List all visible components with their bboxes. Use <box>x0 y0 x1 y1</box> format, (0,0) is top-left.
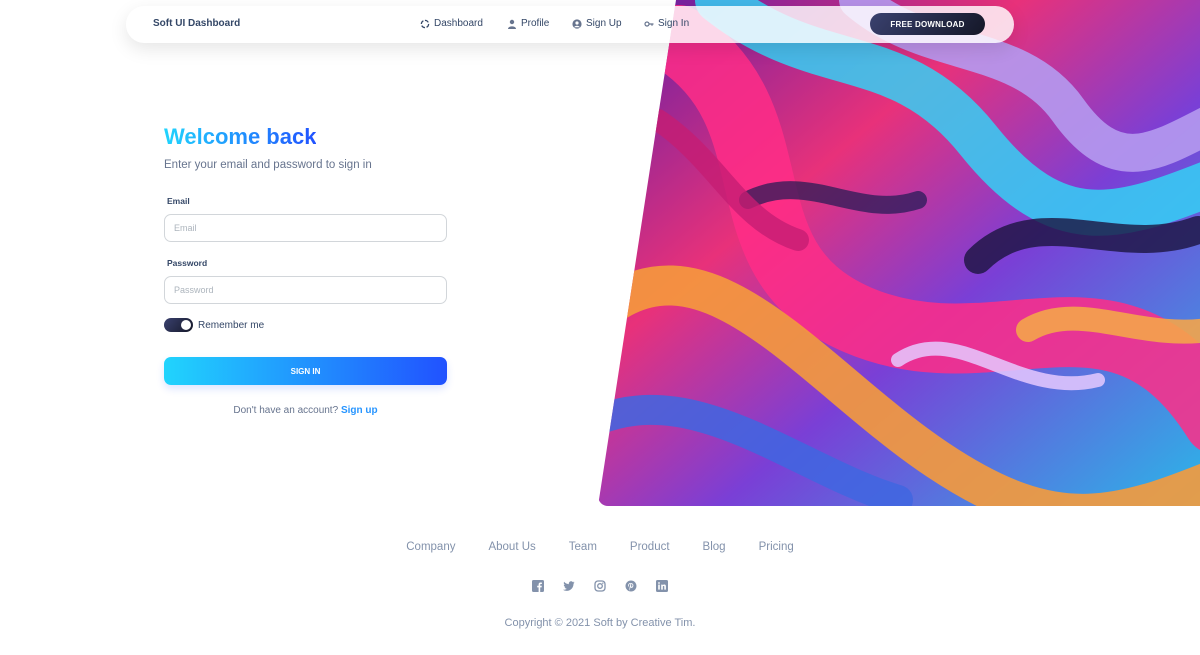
sign-in-page: Soft UI Dashboard Dashboard Profile Sign… <box>0 0 1200 655</box>
remember-me-toggle[interactable] <box>164 318 193 332</box>
nav-link-profile[interactable]: Profile <box>507 18 549 29</box>
remember-me-label[interactable]: Remember me <box>198 320 264 331</box>
free-download-button[interactable]: FREE DOWNLOAD <box>870 13 985 35</box>
footer-links: Company About Us Team Product Blog Prici… <box>0 541 1200 553</box>
password-field[interactable]: Password <box>164 276 447 304</box>
hero-image <box>598 0 1200 506</box>
pinterest-icon[interactable] <box>625 580 637 592</box>
footer-link-team[interactable]: Team <box>569 541 597 553</box>
page-subtitle: Enter your email and password to sign in <box>164 159 372 171</box>
key-icon <box>644 20 654 27</box>
sign-up-link[interactable]: Sign up <box>341 405 378 416</box>
footer-link-blog[interactable]: Blog <box>703 541 726 553</box>
password-label: Password <box>167 258 208 268</box>
page-title: Welcome back <box>164 124 317 149</box>
nav-link-label: Sign Up <box>586 18 622 29</box>
brand-logo-text[interactable]: Soft UI Dashboard <box>153 18 240 29</box>
email-label: Email <box>167 196 190 206</box>
email-field[interactable]: Email <box>164 214 447 242</box>
facebook-icon[interactable] <box>532 580 544 592</box>
nav-link-sign-in[interactable]: Sign In <box>644 18 689 29</box>
footer-link-company[interactable]: Company <box>406 541 455 553</box>
user-circle-icon <box>572 18 582 29</box>
instagram-icon[interactable] <box>594 580 606 592</box>
top-navbar: Soft UI Dashboard Dashboard Profile Sign… <box>126 6 1014 43</box>
no-account-prompt: Don't have an account? <box>233 405 339 416</box>
no-account-text: Don't have an account? Sign up <box>164 405 447 416</box>
footer-link-pricing[interactable]: Pricing <box>759 541 794 553</box>
nav-link-dashboard[interactable]: Dashboard <box>420 18 483 29</box>
social-links <box>0 580 1200 592</box>
copyright-text: Copyright © 2021 Soft by Creative Tim. <box>504 617 696 629</box>
sign-in-button[interactable]: SIGN IN <box>164 357 447 385</box>
footer-link-product[interactable]: Product <box>630 541 670 553</box>
nav-link-label: Dashboard <box>434 18 483 29</box>
twitter-icon[interactable] <box>563 580 575 592</box>
toggle-knob <box>181 320 191 330</box>
dashboard-icon <box>420 19 430 28</box>
footer-link-about-us[interactable]: About Us <box>488 541 535 553</box>
user-icon <box>508 19 516 29</box>
nav-link-label: Profile <box>521 18 550 29</box>
nav-link-sign-up[interactable]: Sign Up <box>572 18 622 29</box>
nav-link-label: Sign In <box>658 18 690 29</box>
linkedin-icon[interactable] <box>656 580 668 592</box>
